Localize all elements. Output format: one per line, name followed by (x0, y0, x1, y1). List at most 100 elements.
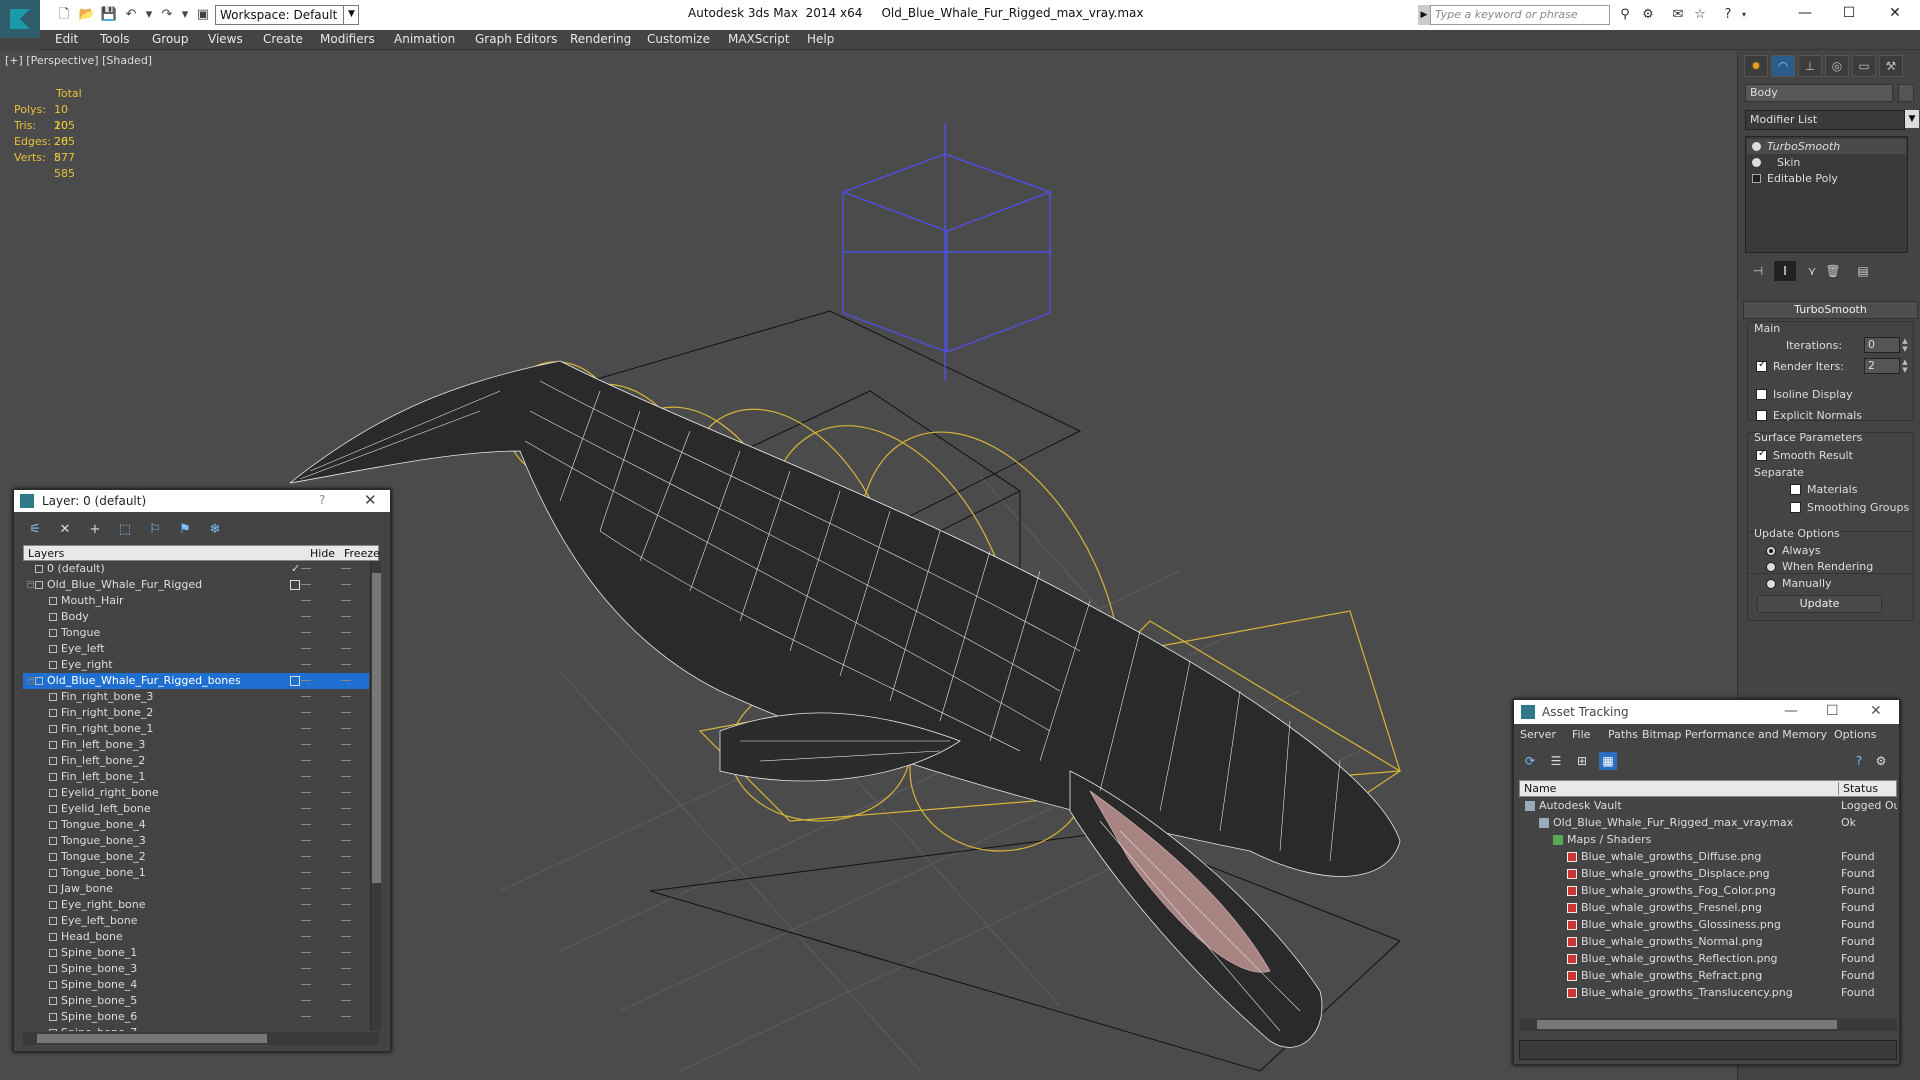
modifier-stack[interactable]: TurboSmooth Skin Editable Poly (1745, 136, 1908, 253)
motion-tab-icon[interactable]: ◎ (1825, 55, 1849, 77)
freeze-toggle[interactable] (341, 1016, 351, 1017)
collapse-icon[interactable]: − (27, 677, 34, 684)
hide-toggle[interactable] (301, 696, 311, 697)
layer-object-row[interactable]: Spine_bone_7 (23, 1025, 369, 1031)
add-to-layer-icon[interactable]: + (84, 520, 106, 540)
freeze-toggle[interactable] (341, 936, 351, 937)
save-file-icon[interactable]: 💾 (100, 6, 118, 24)
freeze-toggle[interactable] (341, 568, 351, 569)
freeze-toggle[interactable] (341, 584, 351, 585)
freeze-toggle[interactable] (341, 760, 351, 761)
asset-row[interactable]: Blue_whale_growths_Normal.png Found (1519, 933, 1897, 950)
app-logo[interactable] (0, 0, 40, 38)
layer-row[interactable]: − Old_Blue_Whale_Fur_Rigged_bones (23, 673, 369, 689)
settings-icon[interactable]: ⚙ (1872, 752, 1890, 770)
freeze-toggle[interactable] (341, 648, 351, 649)
hide-toggle[interactable] (301, 888, 311, 889)
hide-toggle[interactable] (301, 568, 311, 569)
freeze-toggle[interactable] (341, 840, 351, 841)
scrollbar-thumb[interactable] (372, 573, 381, 883)
communication-icon[interactable]: ✉ (1668, 6, 1688, 24)
hide-toggle[interactable] (301, 856, 311, 857)
smooth-result-checkbox[interactable] (1756, 448, 1767, 461)
explicit-normals-checkbox[interactable] (1756, 410, 1767, 421)
render-iters-checkbox[interactable] (1756, 359, 1767, 372)
freeze-toggle[interactable] (341, 952, 351, 953)
freeze-toggle[interactable] (341, 744, 351, 745)
layer-object-row[interactable]: Spine_bone_3 (23, 961, 369, 977)
hide-toggle[interactable] (301, 792, 311, 793)
hide-toggle[interactable] (301, 680, 311, 681)
hide-toggle[interactable] (301, 632, 311, 633)
hide-toggle[interactable] (301, 776, 311, 777)
asset-row[interactable]: Blue_whale_growths_Reflection.png Found (1519, 950, 1897, 967)
layer-object-row[interactable]: Eye_left (23, 641, 369, 657)
menu-graph-editors[interactable]: Graph Editors (475, 32, 557, 46)
spinner-arrows-icon[interactable]: ▲ ▼ (1900, 337, 1910, 353)
render-iters-spinner[interactable]: 2 (1864, 358, 1900, 374)
redo-dropdown-icon[interactable]: ▾ (176, 6, 194, 24)
search-input[interactable]: Type a keyword or phrase (1430, 5, 1610, 25)
vertical-scrollbar[interactable] (370, 561, 381, 1031)
layer-row[interactable]: − Old_Blue_Whale_Fur_Rigged (23, 577, 369, 593)
asset-menu-file[interactable]: File (1572, 728, 1590, 741)
hide-toggle[interactable] (301, 600, 311, 601)
layer-object-row[interactable]: Spine_bone_6 (23, 1009, 369, 1025)
expand-box-icon[interactable] (1752, 174, 1761, 183)
modifier-list-dropdown[interactable]: Modifier List (1745, 110, 1905, 130)
layer-object-row[interactable]: Fin_left_bone_1 (23, 769, 369, 785)
freeze-toggle[interactable] (341, 856, 351, 857)
binoculars-icon[interactable]: ⚲ (1615, 6, 1635, 24)
spinner-arrows-icon[interactable]: ▲ ▼ (1900, 358, 1910, 374)
freeze-toggle[interactable] (341, 872, 351, 873)
minimize-icon[interactable]: — (1784, 703, 1798, 719)
layer-object-row[interactable]: Tongue_bone_3 (23, 833, 369, 849)
freeze-toggle[interactable] (341, 664, 351, 665)
asset-menu-server[interactable]: Server (1520, 728, 1556, 741)
undo-dropdown-icon[interactable]: ▾ (140, 6, 158, 24)
horizontal-scrollbar[interactable] (1519, 1018, 1897, 1031)
layer-object-row[interactable]: Mouth_Hair (23, 593, 369, 609)
freeze-toggle[interactable] (341, 1000, 351, 1001)
close-icon[interactable]: ✕ (364, 491, 377, 509)
checkmark-icon[interactable]: ✓ (291, 561, 301, 575)
menu-modifiers[interactable]: Modifiers (320, 32, 375, 46)
configure-sets-icon[interactable]: ▤ (1852, 261, 1874, 281)
turbosmooth-rollout-header[interactable]: TurboSmooth (1743, 301, 1918, 319)
asset-row[interactable]: Blue_whale_growths_Refract.png Found (1519, 967, 1897, 984)
asset-row[interactable]: Blue_whale_growths_Diffuse.png Found (1519, 848, 1897, 865)
freeze-toggle[interactable] (341, 696, 351, 697)
freeze-toggle[interactable] (341, 728, 351, 729)
column-layers[interactable]: Layers (28, 547, 64, 560)
make-unique-icon[interactable]: ⋎ (1801, 261, 1823, 281)
hide-toggle[interactable] (301, 872, 311, 873)
project-folder-icon[interactable]: ▣ (194, 6, 212, 24)
layer-object-row[interactable]: Eye_right_bone (23, 897, 369, 913)
layer-object-row[interactable]: Fin_left_bone_2 (23, 753, 369, 769)
help-icon[interactable]: ? (319, 493, 325, 507)
scrollbar-thumb[interactable] (1537, 1020, 1837, 1029)
active-layer-box[interactable] (290, 676, 300, 686)
menu-customize[interactable]: Customize (647, 32, 710, 46)
freeze-toggle[interactable] (341, 792, 351, 793)
asset-row[interactable]: Blue_whale_growths_Displace.png Found (1519, 865, 1897, 882)
isoline-checkbox[interactable] (1756, 389, 1767, 400)
object-name-field[interactable]: Body (1745, 84, 1893, 102)
layer-window-titlebar[interactable]: Layer: 0 (default) ? ✕ (14, 490, 390, 512)
help-icon[interactable]: ? (1850, 752, 1868, 770)
hide-toggle[interactable] (301, 824, 311, 825)
hide-toggle[interactable] (301, 712, 311, 713)
when-rendering-radio[interactable] (1766, 562, 1776, 572)
layer-object-row[interactable]: Body (23, 609, 369, 625)
hide-toggle[interactable] (301, 760, 311, 761)
menu-animation[interactable]: Animation (394, 32, 455, 46)
menu-maxscript[interactable]: MAXScript (728, 32, 790, 46)
tree-view-icon[interactable]: ⊞ (1573, 752, 1591, 770)
subscription-icon[interactable]: ⚙ (1638, 6, 1658, 24)
modify-tab-icon[interactable]: ◠ (1771, 55, 1795, 77)
layer-object-row[interactable]: Eye_left_bone (23, 913, 369, 929)
layer-object-row[interactable]: Spine_bone_4 (23, 977, 369, 993)
layer-object-row[interactable]: Tongue (23, 625, 369, 641)
update-button[interactable]: Update (1757, 595, 1882, 613)
asset-row[interactable]: Blue_whale_growths_Glossiness.png Found (1519, 916, 1897, 933)
